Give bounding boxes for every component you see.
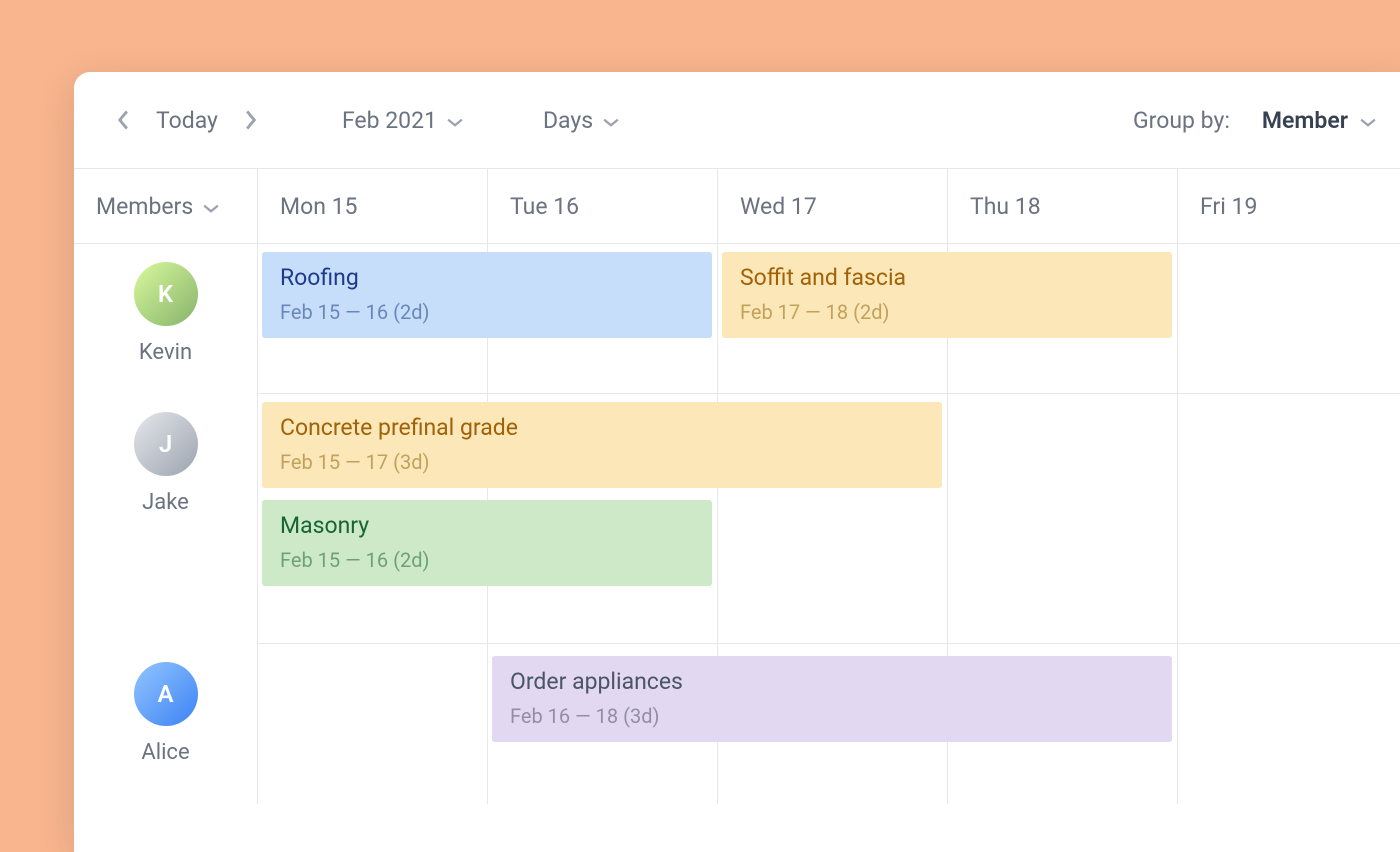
member-cell[interactable]: K Kevin — [74, 244, 258, 394]
group-by-picker[interactable]: Member — [1262, 107, 1376, 134]
task-dates: Feb 16 — 18 (3d) — [510, 704, 1154, 728]
group-by-value: Member — [1262, 107, 1348, 134]
member-name: Jake — [142, 490, 189, 515]
day-header: Tue 16 — [488, 169, 718, 243]
member-row: Order appliances Feb 16 — 18 (3d) — [258, 644, 1400, 804]
month-picker-label: Feb 2021 — [342, 107, 437, 134]
avatar: K — [134, 262, 198, 326]
group-by-label: Group by: — [1133, 107, 1230, 134]
task-dates: Feb 15 — 16 (2d) — [280, 548, 694, 572]
task-dates: Feb 15 — 16 (2d) — [280, 300, 694, 324]
avatar: A — [134, 662, 198, 726]
prev-button[interactable] — [112, 108, 136, 132]
chevron-down-icon — [603, 107, 619, 134]
task-title: Soffit and fascia — [740, 264, 1154, 292]
task-order-appliances[interactable]: Order appliances Feb 16 — 18 (3d) — [492, 656, 1172, 742]
schedule-body: K Kevin J Jake A Alice Roofing Feb 15 — … — [74, 244, 1400, 804]
timeline-lanes: Roofing Feb 15 — 16 (2d) Soffit and fasc… — [258, 244, 1400, 804]
task-dates: Feb 17 — 18 (2d) — [740, 300, 1154, 324]
header-row: Members Mon 15 Tue 16 Wed 17 Thu 18 Fri … — [74, 168, 1400, 244]
task-soffit-fascia[interactable]: Soffit and fascia Feb 17 — 18 (2d) — [722, 252, 1172, 338]
task-title: Masonry — [280, 512, 694, 540]
members-sidebar: K Kevin J Jake A Alice — [74, 244, 258, 804]
task-title: Roofing — [280, 264, 694, 292]
chevron-left-icon — [118, 110, 130, 130]
member-cell[interactable]: A Alice — [74, 644, 258, 804]
task-masonry[interactable]: Masonry Feb 15 — 16 (2d) — [262, 500, 712, 586]
chevron-down-icon — [447, 107, 463, 134]
day-header: Thu 18 — [948, 169, 1178, 243]
member-name: Kevin — [139, 340, 192, 365]
task-concrete-prefinal[interactable]: Concrete prefinal grade Feb 15 — 17 (3d) — [262, 402, 942, 488]
unit-picker[interactable]: Days — [543, 107, 619, 134]
task-title: Concrete prefinal grade — [280, 414, 924, 442]
toolbar: Today Feb 2021 Days Group by: Member — [74, 72, 1400, 168]
chevron-down-icon — [1360, 107, 1376, 134]
day-header: Wed 17 — [718, 169, 948, 243]
task-dates: Feb 15 — 17 (3d) — [280, 450, 924, 474]
schedule-panel: Today Feb 2021 Days Group by: Member — [74, 72, 1400, 852]
task-title: Order appliances — [510, 668, 1154, 696]
month-picker[interactable]: Feb 2021 — [342, 107, 463, 134]
date-nav: Today — [112, 107, 262, 134]
chevron-right-icon — [244, 110, 256, 130]
chevron-down-icon — [203, 193, 219, 220]
unit-picker-label: Days — [543, 107, 593, 134]
members-header-label: Members — [96, 193, 193, 220]
avatar: J — [134, 412, 198, 476]
member-row: Roofing Feb 15 — 16 (2d) Soffit and fasc… — [258, 244, 1400, 394]
task-roofing[interactable]: Roofing Feb 15 — 16 (2d) — [262, 252, 712, 338]
member-row: Concrete prefinal grade Feb 15 — 17 (3d)… — [258, 394, 1400, 644]
day-header: Mon 15 — [258, 169, 488, 243]
member-name: Alice — [141, 740, 189, 765]
member-cell[interactable]: J Jake — [74, 394, 258, 644]
today-button[interactable]: Today — [152, 107, 222, 134]
members-column-header[interactable]: Members — [74, 169, 258, 243]
next-button[interactable] — [238, 108, 262, 132]
day-header: Fri 19 — [1178, 169, 1400, 243]
